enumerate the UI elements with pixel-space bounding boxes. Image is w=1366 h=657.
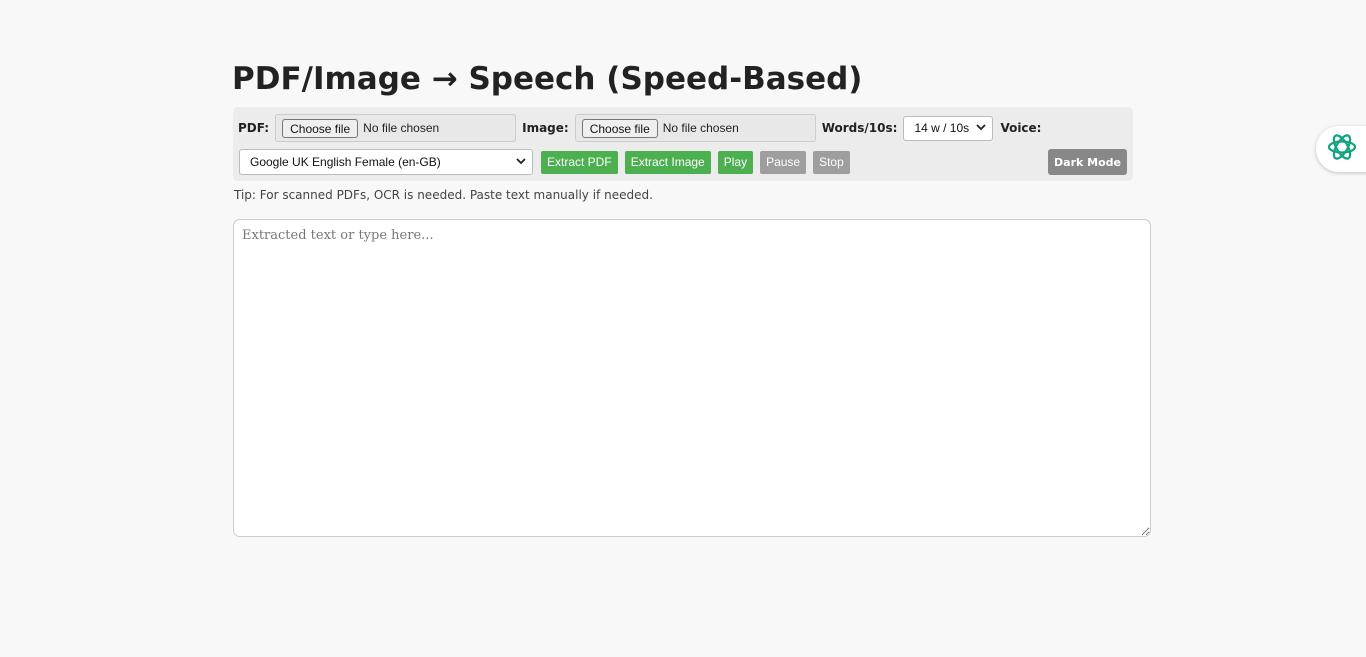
voice-label: Voice: (1000, 121, 1042, 135)
image-label: Image: (522, 121, 569, 135)
image-file-status: No file chosen (662, 121, 739, 135)
image-file-input[interactable]: Choose file No file chosen (574, 114, 816, 142)
play-button[interactable]: Play (717, 150, 754, 174)
controls-row-inputs: PDF: Choose file No file chosen Image: C… (233, 113, 1047, 143)
pdf-label: PDF: (238, 121, 270, 135)
page-title: PDF/Image → Speech (Speed-Based) (232, 61, 863, 97)
pdf-file-input[interactable]: Choose file No file chosen (275, 114, 517, 142)
text-editor[interactable] (233, 219, 1151, 537)
speed-label: Words/10s: (821, 121, 898, 135)
speed-select[interactable]: 14 w / 10s (903, 115, 994, 141)
chevron-down-icon (516, 157, 526, 167)
app-page: PDF/Image → Speech (Speed-Based) PDF: Ch… (0, 0, 1366, 657)
dark-mode-button[interactable]: Dark Mode (1048, 149, 1127, 175)
assistant-launcher[interactable] (1316, 126, 1366, 172)
assistant-knot-icon (1326, 131, 1358, 167)
extract-pdf-button[interactable]: Extract PDF (541, 150, 618, 174)
pdf-file-status: No file chosen (363, 121, 440, 135)
stop-button[interactable]: Stop (813, 150, 850, 174)
controls-panel: PDF: Choose file No file chosen Image: C… (233, 107, 1133, 181)
voice-select-value: Google UK English Female (en-GB) (250, 155, 441, 169)
pdf-choose-file-button[interactable]: Choose file (282, 118, 359, 138)
voice-select[interactable]: Google UK English Female (en-GB) (239, 149, 533, 175)
chevron-down-icon (976, 123, 987, 133)
pause-button[interactable]: Pause (760, 150, 807, 174)
image-choose-file-button[interactable]: Choose file (581, 118, 658, 138)
tip-text: Tip: For scanned PDFs, OCR is needed. Pa… (234, 188, 653, 202)
extract-image-button[interactable]: Extract Image (624, 150, 711, 174)
speed-select-value: 14 w / 10s (914, 121, 970, 135)
controls-row-actions: Google UK English Female (en-GB) Extract… (233, 148, 1127, 176)
